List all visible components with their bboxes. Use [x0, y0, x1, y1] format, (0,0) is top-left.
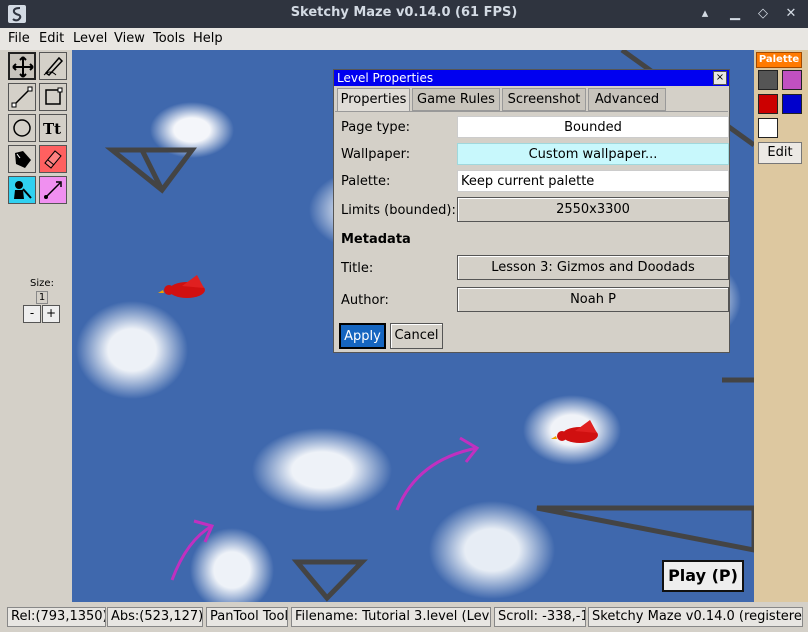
menu-bar: File Edit Level View Tools Help — [0, 28, 808, 50]
page-type-label: Page type: — [341, 120, 411, 135]
palette-label: Palette: — [341, 174, 391, 189]
status-rel-coords: Rel:(793,1350) — [7, 607, 106, 627]
shade-icon[interactable]: ▁ — [726, 5, 744, 23]
tab-advanced[interactable]: Advanced — [588, 88, 666, 111]
status-filename: Filename: Tutorial 3.level (Level) — [291, 607, 491, 627]
palette-field[interactable]: Keep current palette — [457, 170, 729, 192]
swatch-magenta[interactable] — [782, 70, 802, 90]
menu-help[interactable]: Help — [193, 31, 223, 46]
bird-doodad-2 — [551, 420, 598, 443]
dialog-title: Level Properties — [337, 71, 434, 85]
size-value: 1 — [36, 291, 48, 304]
menu-file[interactable]: File — [8, 31, 30, 46]
swatch-red[interactable] — [758, 94, 778, 114]
rectangle-tool-button[interactable] — [39, 83, 67, 111]
pencil-tool-button[interactable] — [39, 52, 67, 80]
bird-doodad-1 — [158, 275, 205, 298]
doodad-tool-button[interactable] — [8, 145, 36, 173]
doodad-icon — [15, 151, 31, 168]
swatch-blue[interactable] — [782, 94, 802, 114]
wallpaper-field[interactable]: Custom wallpaper... — [457, 143, 729, 165]
menu-edit[interactable]: Edit — [39, 31, 64, 46]
cancel-button[interactable]: Cancel — [390, 323, 443, 349]
magenta-arrow-2 — [170, 524, 213, 581]
ellipse-icon — [13, 119, 31, 137]
size-label: Size: — [30, 278, 54, 289]
link-icon — [44, 181, 62, 199]
dialog-titlebar[interactable]: Level Properties × — [334, 70, 729, 86]
author-label: Author: — [341, 293, 389, 308]
author-button[interactable]: Noah P — [457, 287, 729, 312]
apply-button[interactable]: Apply — [339, 323, 386, 349]
text-icon: Tt — [43, 120, 61, 138]
drawn-triangle-2 — [291, 559, 368, 602]
swatch-stone[interactable] — [758, 70, 778, 90]
metadata-heading: Metadata — [341, 232, 411, 247]
status-abs-coords: Abs:(523,127) — [107, 607, 203, 627]
pencil-icon — [43, 56, 64, 76]
tab-properties[interactable]: Properties — [337, 88, 410, 111]
size-increase-button[interactable]: + — [42, 305, 60, 323]
dialog-close-icon[interactable]: × — [713, 71, 727, 85]
window-titlebar: Sketchy Maze v0.14.0 (61 FPS) ▴ ▁ ◇ ✕ — [0, 0, 808, 28]
rectangle-icon — [45, 87, 63, 105]
level-properties-dialog: Level Properties × Properties Game Rules… — [333, 69, 730, 353]
swatch-white[interactable] — [758, 118, 778, 138]
limits-label: Limits (bounded): — [341, 203, 456, 218]
actor-icon — [14, 181, 32, 199]
palette-panel: Palette Edit — [754, 50, 808, 602]
tab-screenshot[interactable]: Screenshot — [502, 88, 586, 111]
eraser-tool-button[interactable] — [39, 145, 67, 173]
size-decrease-button[interactable]: - — [23, 305, 41, 323]
link-tool-button[interactable] — [39, 176, 67, 204]
actor-tool-button[interactable] — [8, 176, 36, 204]
tab-game-rules[interactable]: Game Rules — [412, 88, 500, 111]
pan-tool-button[interactable] — [8, 52, 36, 80]
status-bar: Rel:(793,1350) Abs:(523,127) PanTool Too… — [0, 602, 808, 632]
close-icon[interactable]: ✕ — [782, 5, 800, 23]
drawn-line-bottom — [536, 505, 754, 553]
page-type-field[interactable]: Bounded — [457, 116, 729, 138]
status-version: Sketchy Maze v0.14.0 (registered) — [588, 607, 803, 627]
menu-tools[interactable]: Tools — [153, 31, 185, 46]
move-arrows-icon — [12, 56, 34, 78]
text-tool-button[interactable]: Tt — [39, 114, 67, 142]
palette-edit-button[interactable]: Edit — [758, 142, 802, 164]
status-scroll: Scroll: -338,-1 — [494, 607, 586, 627]
title-button[interactable]: Lesson 3: Gizmos and Doodads — [457, 255, 729, 280]
line-icon — [11, 86, 33, 108]
maximize-icon[interactable]: ◇ — [754, 5, 772, 23]
line-tool-button[interactable] — [8, 83, 36, 111]
ellipse-tool-button[interactable] — [8, 114, 36, 142]
play-button[interactable]: Play (P) — [662, 560, 744, 592]
eraser-icon — [44, 150, 62, 169]
menu-view[interactable]: View — [114, 31, 145, 46]
magenta-arrow-1 — [395, 446, 478, 511]
palette-title: Palette — [756, 52, 802, 68]
wallpaper-label: Wallpaper: — [341, 147, 411, 162]
title-label: Title: — [341, 261, 374, 276]
toolbox: Tt Size: 1 - + — [0, 50, 74, 602]
svg-text:Tt: Tt — [43, 120, 61, 138]
menu-level[interactable]: Level — [73, 31, 107, 46]
limits-button[interactable]: 2550x3300 — [457, 197, 729, 222]
minimize-icon[interactable]: ▴ — [696, 5, 714, 23]
size-control: Size: 1 - + — [22, 278, 62, 323]
window-title: Sketchy Maze v0.14.0 (61 FPS) — [290, 5, 518, 20]
status-tool: PanTool Tool — [206, 607, 288, 627]
